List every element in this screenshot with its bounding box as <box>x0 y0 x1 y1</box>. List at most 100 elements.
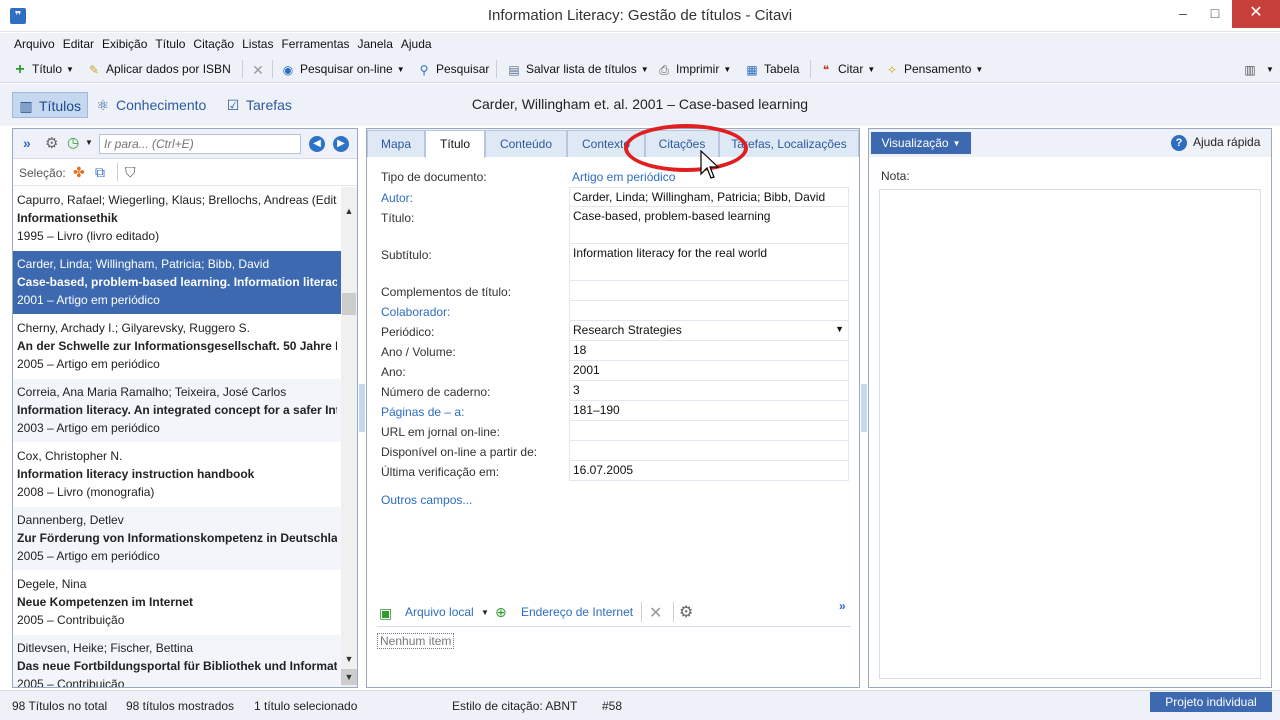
select-filter-icon[interactable]: ⧉ <box>95 164 105 181</box>
menu-ferramentas[interactable]: Ferramentas <box>277 34 353 54</box>
field-label-colaborador[interactable]: Colaborador: <box>381 304 450 320</box>
chevron-down-icon[interactable]: ▼ <box>835 324 844 334</box>
scroll-down-icon[interactable]: ▼ <box>341 651 357 667</box>
list-item-selected[interactable]: Carder, Linda; Willingham, Patricia; Bib… <box>13 251 341 315</box>
minimize-button[interactable]: – <box>1166 0 1200 28</box>
scroll-end-icon[interactable]: ▼ <box>341 669 357 685</box>
ref-title: Das neue Fortbildungsportal für Biblioth… <box>17 659 337 673</box>
chevron-down-icon[interactable]: ▼ <box>481 608 489 617</box>
selection-label: Seleção: <box>19 166 66 180</box>
next-icon[interactable]: ▶ <box>333 136 349 152</box>
isbn-label: Aplicar dados por ISBN <box>106 62 231 76</box>
list-item[interactable]: Degele, Nina Neue Kompetenzen im Interne… <box>13 571 341 635</box>
ref-meta: 2003 – Artigo em periódico <box>17 421 160 435</box>
menu-editar[interactable]: Editar <box>59 34 98 54</box>
print-label: Imprimir <box>676 62 720 76</box>
thought-button[interactable]: ✧ Pensamento ▼ <box>884 60 983 78</box>
more-fields-link[interactable]: Outros campos... <box>381 493 472 507</box>
isbn-button[interactable]: ✎ Aplicar dados por ISBN <box>86 60 231 78</box>
author-field[interactable]: Carder, Linda; Willingham, Patricia; Bib… <box>569 187 849 207</box>
filter-icon[interactable]: ⛉ <box>125 164 136 181</box>
history-icon[interactable]: ◷ <box>67 134 79 151</box>
available-online-field[interactable] <box>569 441 849 461</box>
pages-field[interactable]: 181–190 <box>569 401 849 421</box>
delete-x-icon[interactable]: ✕ <box>649 603 662 623</box>
issue-field[interactable]: 3 <box>569 381 849 401</box>
previous-icon[interactable]: ◀ <box>309 136 325 152</box>
preview-dropdown-button[interactable]: Visualização ▼ <box>871 132 971 154</box>
status-citation-style[interactable]: Estilo de citação: ABNT <box>452 699 577 713</box>
toolbar-separator <box>242 60 243 78</box>
year-field[interactable]: 2001 <box>569 361 849 381</box>
nav-tarefas[interactable]: ☑ Tarefas <box>220 92 298 118</box>
list-item[interactable]: Capurro, Rafael; Wiegerling, Klaus; Brel… <box>13 187 341 251</box>
list-item[interactable]: Cox, Christopher N. Information literacy… <box>13 443 341 507</box>
list-scrollbar[interactable]: ▲ ▼ ▼ <box>341 187 357 687</box>
add-title-label: Título <box>32 62 63 76</box>
menu-citacao[interactable]: Citação <box>189 34 238 54</box>
nav-titulos[interactable]: ▥ Títulos <box>12 92 89 118</box>
gear-icon[interactable]: ⚙ <box>679 602 693 622</box>
maximize-button[interactable]: □ <box>1198 0 1232 28</box>
menu-arquivo[interactable]: Arquivo <box>10 34 59 54</box>
list-item[interactable]: Cherny, Archady I.; Gilyarevsky, Ruggero… <box>13 315 341 379</box>
menu-exibicao[interactable]: Exibição <box>98 34 151 54</box>
field-label-paginas[interactable]: Páginas de – a: <box>381 404 464 420</box>
layout-button[interactable]: ▥ ▼ <box>1242 60 1274 78</box>
menu-janela[interactable]: Janela <box>354 34 397 54</box>
nav-conhecimento-label: Conhecimento <box>116 97 207 113</box>
cite-button[interactable]: ❝ Citar ▼ <box>818 60 876 78</box>
title-field[interactable]: Case-based, problem-based learning <box>569 207 849 244</box>
tab-conteudo[interactable]: Conteúdo <box>485 130 567 157</box>
status-bar: 98 Títulos no total 98 títulos mostrados… <box>0 690 1280 720</box>
goto-input[interactable] <box>99 134 301 154</box>
field-label-autor[interactable]: Autor: <box>381 190 413 206</box>
url-field[interactable] <box>569 421 849 441</box>
list-item[interactable]: Correia, Ana Maria Ramalho; Teixeira, Jo… <box>13 379 341 443</box>
double-chevron-icon[interactable]: » <box>23 135 31 151</box>
print-button[interactable]: ⎙ Imprimir ▼ <box>656 60 731 78</box>
chevron-down-icon: ▼ <box>867 64 876 74</box>
right-splitter[interactable] <box>861 384 867 432</box>
close-button[interactable]: ✕ <box>1232 0 1280 28</box>
add-title-button[interactable]: + Título ▼ <box>12 60 74 78</box>
gear-icon[interactable]: ⚙ <box>45 134 58 152</box>
left-splitter[interactable] <box>359 384 365 432</box>
quick-help-link[interactable]: ? Ajuda rápida <box>1171 135 1260 151</box>
double-chevron-icon[interactable]: » <box>839 599 846 613</box>
collaborator-field[interactable] <box>569 301 849 321</box>
list-item[interactable]: Ditlevsen, Heike; Fischer, Bettina Das n… <box>13 635 341 687</box>
save-list-button[interactable]: ▤ Salvar lista de títulos ▼ <box>506 60 648 78</box>
document-type-link[interactable]: Artigo em periódico <box>572 169 675 185</box>
window-title-bar: ❞ Information Literacy: Gestão de título… <box>0 0 1280 32</box>
web-address-button[interactable]: Endereço de Internet <box>521 605 633 619</box>
ref-title: Case-based, problem-based learning. Info… <box>17 275 337 289</box>
list-item[interactable]: Dannenberg, Detlev Zur Förderung von Inf… <box>13 507 341 571</box>
subtitle-field[interactable]: Information literacy for the real world <box>569 244 849 281</box>
chevron-down-icon[interactable]: ▼ <box>85 138 93 147</box>
tab-mapa[interactable]: Mapa <box>367 130 425 157</box>
local-file-button[interactable]: Arquivo local <box>405 605 474 619</box>
table-button[interactable]: ▦ Tabela <box>744 60 799 78</box>
project-badge[interactable]: Projeto individual <box>1150 692 1272 712</box>
delete-button[interactable]: ✕ <box>250 60 270 78</box>
search-button[interactable]: ⚲ Pesquisar <box>416 60 490 78</box>
note-textarea[interactable] <box>879 189 1261 679</box>
last-checked-field[interactable]: 16.07.2005 <box>569 461 849 481</box>
chevron-down-icon: ▼ <box>723 64 732 74</box>
scroll-thumb[interactable] <box>342 293 356 315</box>
select-all-icon[interactable]: ✤ <box>73 164 85 181</box>
toolbar-separator <box>810 60 811 78</box>
chevron-down-icon: ▼ <box>952 138 961 148</box>
menu-listas[interactable]: Listas <box>238 34 277 54</box>
title-supplement-field[interactable] <box>569 281 849 301</box>
periodical-field[interactable]: Research Strategies ▼ <box>569 321 849 341</box>
nav-conhecimento[interactable]: ⚛ Conhecimento <box>90 92 212 118</box>
menu-titulo[interactable]: Título <box>151 34 189 54</box>
tab-titulo[interactable]: Título <box>425 130 485 158</box>
online-search-button[interactable]: ◉ Pesquisar on-line ▼ <box>280 60 405 78</box>
menu-ajuda[interactable]: Ajuda <box>397 34 436 54</box>
volume-field[interactable]: 18 <box>569 341 849 361</box>
preview-toolbar: Visualização ▼ ? Ajuda rápida <box>869 129 1271 157</box>
scroll-up-icon[interactable]: ▲ <box>341 203 357 219</box>
